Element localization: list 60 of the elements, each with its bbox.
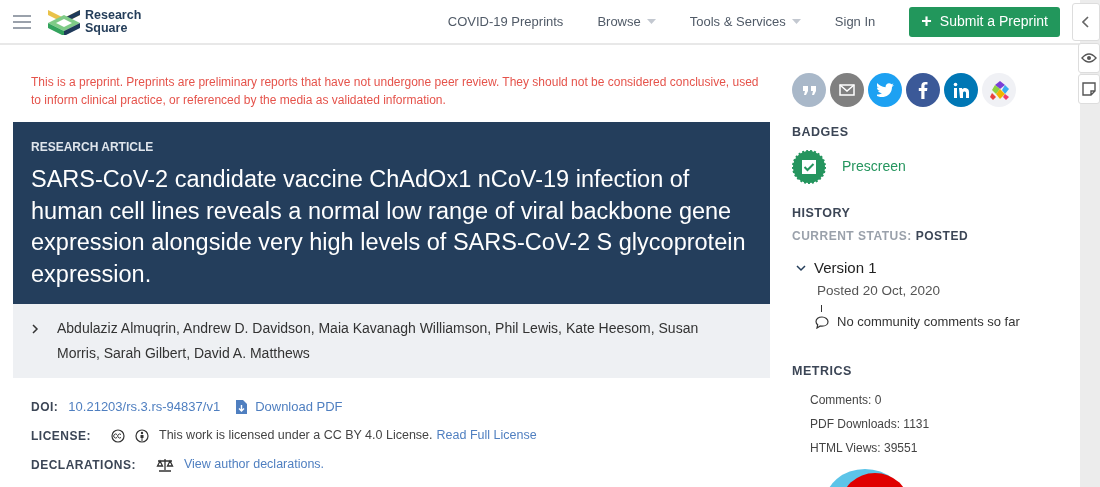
- cc-icon: [111, 428, 125, 443]
- in-letter-icon: [953, 82, 969, 98]
- article-type: RESEARCH ARTICLE: [31, 139, 155, 156]
- share-button[interactable]: [830, 73, 864, 107]
- license-text: This work is licensed under a CC BY 4.0 License.: [159, 427, 433, 445]
- notes-tab[interactable]: [1078, 74, 1100, 104]
- field-label: LICENSE:: [31, 427, 91, 445]
- nav-link[interactable]: Sign In: [834, 11, 876, 32]
- quote-icon: [802, 85, 816, 95]
- license-link[interactable]: Read Full License: [436, 426, 537, 445]
- field-label: DECLARATIONS:: [31, 456, 136, 474]
- posted-date: Posted 20 Oct, 2020: [816, 282, 942, 300]
- nav-link[interactable]: Browse: [597, 11, 656, 32]
- check-badge-icon: [792, 149, 826, 184]
- metric-item: PDF Downloads: 1131: [809, 415, 931, 433]
- badge-label: Prescreen: [842, 157, 906, 177]
- section-heading: METRICS: [792, 362, 853, 380]
- share-button[interactable]: [944, 73, 978, 107]
- nav-link[interactable]: Tools & Services: [689, 11, 801, 32]
- doi-link[interactable]: 10.21203/rs.3.rs-94837/v1: [68, 396, 221, 417]
- chevron-right-icon[interactable]: [31, 324, 41, 334]
- file-download-icon: [236, 399, 248, 414]
- share-button[interactable]: [868, 73, 902, 107]
- article-title: SARS-CoV-2 candidate vaccine ChAdOx1 nCoV-19 infection of human cell lines reveals a normal low range of viral backbone gene expression alongside very high levels of SARS-CoV-2 S glycoprotein expression.: [31, 165, 747, 289]
- download-link[interactable]: Download PDF: [236, 396, 343, 417]
- f-letter-icon: [918, 81, 928, 99]
- person-icon: [135, 428, 149, 443]
- section-heading: HISTORY: [792, 204, 852, 222]
- author-list: Abdulaziz Almuqrin, Andrew D. Davidson, Maia Kavanagh Williamson, Phil Lewis, Kate Heesom, Susan Morris, Sarah Gilbert, David A. Matthews: [57, 316, 730, 366]
- cubes-icon: [989, 80, 1009, 100]
- nav-link[interactable]: COVID-19 Preprints: [447, 11, 564, 32]
- status-value: POSTED: [915, 227, 969, 245]
- field-label: DOI:: [31, 398, 59, 416]
- bird-icon: [876, 83, 894, 97]
- site-logo[interactable]: Research Square: [47, 8, 142, 35]
- logo-icon: [47, 8, 81, 35]
- metric-item: HTML Views: 39551: [809, 439, 919, 457]
- chevron-down-icon[interactable]: [796, 262, 806, 273]
- share-button[interactable]: [906, 73, 940, 107]
- status-label: CURRENT STATUS:: [792, 227, 912, 245]
- envelope-icon: [839, 84, 855, 96]
- note-icon: [1082, 82, 1096, 96]
- metric-item: Comments: 0: [809, 391, 883, 409]
- menu-icon[interactable]: [12, 13, 32, 30]
- submit-button[interactable]: + Submit a Preprint: [909, 6, 1060, 37]
- preprint-notice: This is a preprint. Preprints are preliminary reports that have not undergone peer review. They should not be considered conclusive, used to inform clinical practice, or referenced by the media as validated information.: [30, 74, 760, 109]
- declarations-link[interactable]: View author declarations.: [183, 455, 325, 474]
- logo-text: Research: [85, 8, 142, 22]
- comments-note: No community comments so far: [837, 313, 1020, 332]
- caret-icon: [646, 19, 656, 24]
- logo-text: Square: [85, 21, 129, 35]
- scales-icon: [155, 457, 174, 472]
- view-tab[interactable]: [1078, 43, 1100, 73]
- eye-icon: [1081, 53, 1097, 63]
- section-heading: BADGES: [792, 124, 850, 141]
- caret-icon: [791, 19, 801, 24]
- chevron-left-icon: [1082, 16, 1090, 28]
- version-label[interactable]: Version 1: [814, 256, 877, 279]
- speech-bubble-icon: [815, 315, 829, 329]
- share-button[interactable]: [982, 73, 1016, 107]
